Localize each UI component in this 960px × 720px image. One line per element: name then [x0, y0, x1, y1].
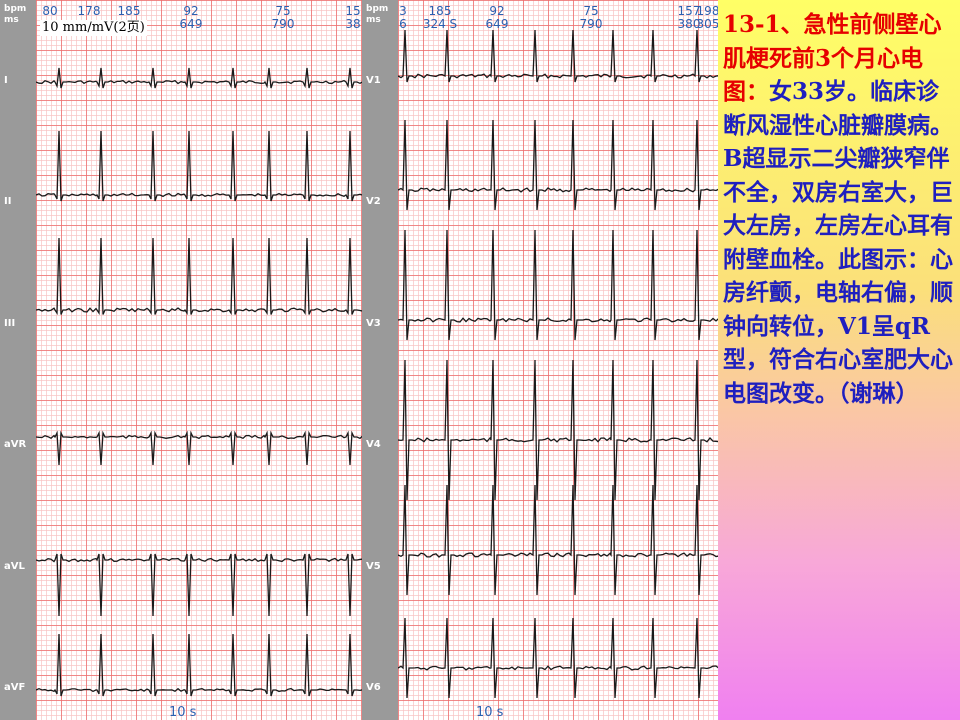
calibration-label: 10 mm/mV(2页) — [40, 20, 147, 36]
right-ms-unit: ms — [366, 15, 381, 25]
lead-label-V5: V5 — [366, 561, 381, 572]
ecg-trace-aVF — [36, 633, 362, 697]
lead-label-V3: V3 — [366, 318, 381, 329]
left-ms-unit: ms — [4, 15, 19, 25]
lead-label-V2: V2 — [366, 196, 381, 207]
lead-label-aVL: aVL — [4, 561, 25, 572]
header-measure-7: 36 — [399, 4, 407, 31]
ecg-trace-aVL — [36, 553, 362, 617]
lead-label-III: III — [4, 318, 16, 329]
lead-label-V1: V1 — [366, 75, 381, 86]
lead-label-II: II — [4, 196, 12, 207]
description-panel: 13-1、急性前侧壁心肌梗死前3个月心电图：女33岁。临床诊断风湿性心脏瓣膜病。… — [718, 0, 960, 720]
lead-label-V6: V6 — [366, 682, 381, 693]
description-body: 女33岁。临床诊断风湿性心脏瓣膜病。B超显示二尖瓣狭窄伴不全，双房右室大，巨大左… — [723, 78, 953, 407]
left-bpm-unit: bpm — [4, 4, 27, 14]
left-lead-label-strip: bpm ms I II III aVR aVL aVF — [0, 0, 36, 720]
ecg-panel-limb-leads: 80 178 185 92 649 75 790 15 38 10 mm/mV(2页)… — [36, 0, 362, 720]
header-measure-12: 198 305 — [696, 4, 718, 31]
header-measure-9: 92 649 — [485, 4, 509, 31]
description-text: 13-1、急性前侧壁心肌梗死前3个月心电图：女33岁。临床诊断风湿性心脏瓣膜病。… — [723, 8, 960, 410]
ecg-trace-V6 — [398, 617, 718, 699]
ecg-traces-chest-leads — [398, 29, 718, 699]
header-measure-5: 75 790 — [271, 4, 295, 31]
right-bpm-unit: bpm — [366, 4, 389, 14]
ecg-trace-aVR — [36, 430, 362, 466]
header-measure-4: 92 649 — [179, 4, 203, 31]
ecg-trace-V1 — [398, 29, 718, 83]
header-measure-10: 75 790 — [579, 4, 603, 31]
header-measure-2: 178 — [77, 4, 101, 18]
header-measure-8: 185 324 S — [422, 4, 458, 31]
lead-label-V4: V4 — [366, 439, 381, 450]
ecg-trace-V4 — [398, 359, 718, 501]
time-scale-label-left: 10 s — [169, 705, 197, 720]
header-measure-3: 185 — [117, 4, 141, 18]
ecg-trace-V5 — [398, 484, 718, 596]
ecg-trace-II — [36, 130, 362, 202]
time-scale-label-right: 10 s — [476, 705, 504, 720]
lead-label-aVR: aVR — [4, 439, 27, 450]
lead-label-I: I — [4, 75, 8, 86]
ecg-trace-V2 — [398, 119, 718, 211]
ecg-panel-chest-leads: 36 185 324 S 92 649 75 790 157 380 198 305 10… — [398, 0, 718, 720]
lead-label-aVF: aVF — [4, 682, 26, 693]
right-lead-label-strip: bpm ms V1 V2 V3 V4 V5 V6 — [362, 0, 398, 720]
ecg-traces-limb-leads — [36, 67, 362, 697]
ecg-trace-III — [36, 237, 362, 316]
header-measure-1: 80 — [42, 4, 58, 18]
header-measure-6: 15 38 — [345, 4, 361, 31]
ecg-trace-V3 — [398, 229, 718, 341]
ecg-trace-I — [36, 67, 362, 89]
